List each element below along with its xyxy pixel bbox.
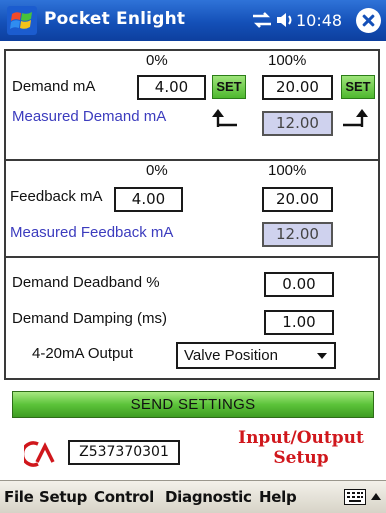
measured-feedback-label: Measured Feedback mA [10,224,174,241]
volume-icon[interactable] [275,10,295,30]
clock: 10:48 [296,11,343,30]
feedback-pct-high: 100% [268,162,307,179]
arrow-up-right-icon [343,109,368,127]
output-label: 4-20mA Output [32,345,133,362]
page-title: Input/Output Setup [218,428,384,468]
connectivity-icon[interactable] [251,10,273,30]
arrow-up-left-icon [212,109,237,127]
close-icon[interactable] [356,8,381,33]
title-bar: Pocket Enlight 10:48 [0,0,386,41]
menu-file[interactable]: File [4,488,34,506]
demand-high-input[interactable]: 20.00 [262,75,333,100]
chevron-down-icon [317,353,327,359]
chevron-up-icon[interactable] [371,493,381,500]
deadband-input[interactable]: 0.00 [264,272,334,297]
demand-pct-high: 100% [268,52,307,69]
menu-bar: File Setup Control Diagnostic Help [0,480,386,513]
demand-low-input[interactable]: 4.00 [137,75,206,100]
measured-demand-label: Measured Demand mA [12,108,167,125]
app-title: Pocket Enlight [44,9,186,29]
windows-start-icon[interactable] [6,5,38,36]
measured-demand-value: 12.00 [262,111,333,136]
feedback-high-input[interactable]: 20.00 [262,187,333,212]
menu-help[interactable]: Help [259,488,297,506]
enlight-logo-icon [24,441,55,467]
demand-ma-label: Demand mA [12,78,96,95]
demand-pct-low: 0% [146,52,168,69]
menu-setup[interactable]: Setup [39,488,87,506]
send-settings-button[interactable]: SEND SETTINGS [12,391,374,418]
output-select-value: Valve Position [184,347,278,364]
damping-label: Demand Damping (ms) [12,310,168,327]
feedback-ma-label: Feedback mA [10,188,103,205]
feedback-low-input[interactable]: 4.00 [114,187,183,212]
output-select[interactable]: Valve Position [176,342,336,369]
serial-number-field: Z537370301 [68,440,180,465]
deadband-label: Demand Deadband % [12,274,160,291]
feedback-panel: 0% 100% Feedback mA 4.00 20.00 Measured … [4,159,380,259]
feedback-pct-low: 0% [146,162,168,179]
set-low-button[interactable]: SET [212,75,246,99]
page-title-line2: Setup [273,448,329,468]
keyboard-icon[interactable] [344,489,366,505]
menu-diagnostic[interactable]: Diagnostic [165,488,252,506]
settings-panel: Demand Deadband % 0.00 Demand Damping (m… [4,256,380,380]
menu-control[interactable]: Control [94,488,154,506]
damping-input[interactable]: 1.00 [264,310,334,335]
measured-feedback-value: 12.00 [262,222,333,247]
page-title-line1: Input/Output [238,428,364,448]
set-high-button[interactable]: SET [341,75,375,99]
